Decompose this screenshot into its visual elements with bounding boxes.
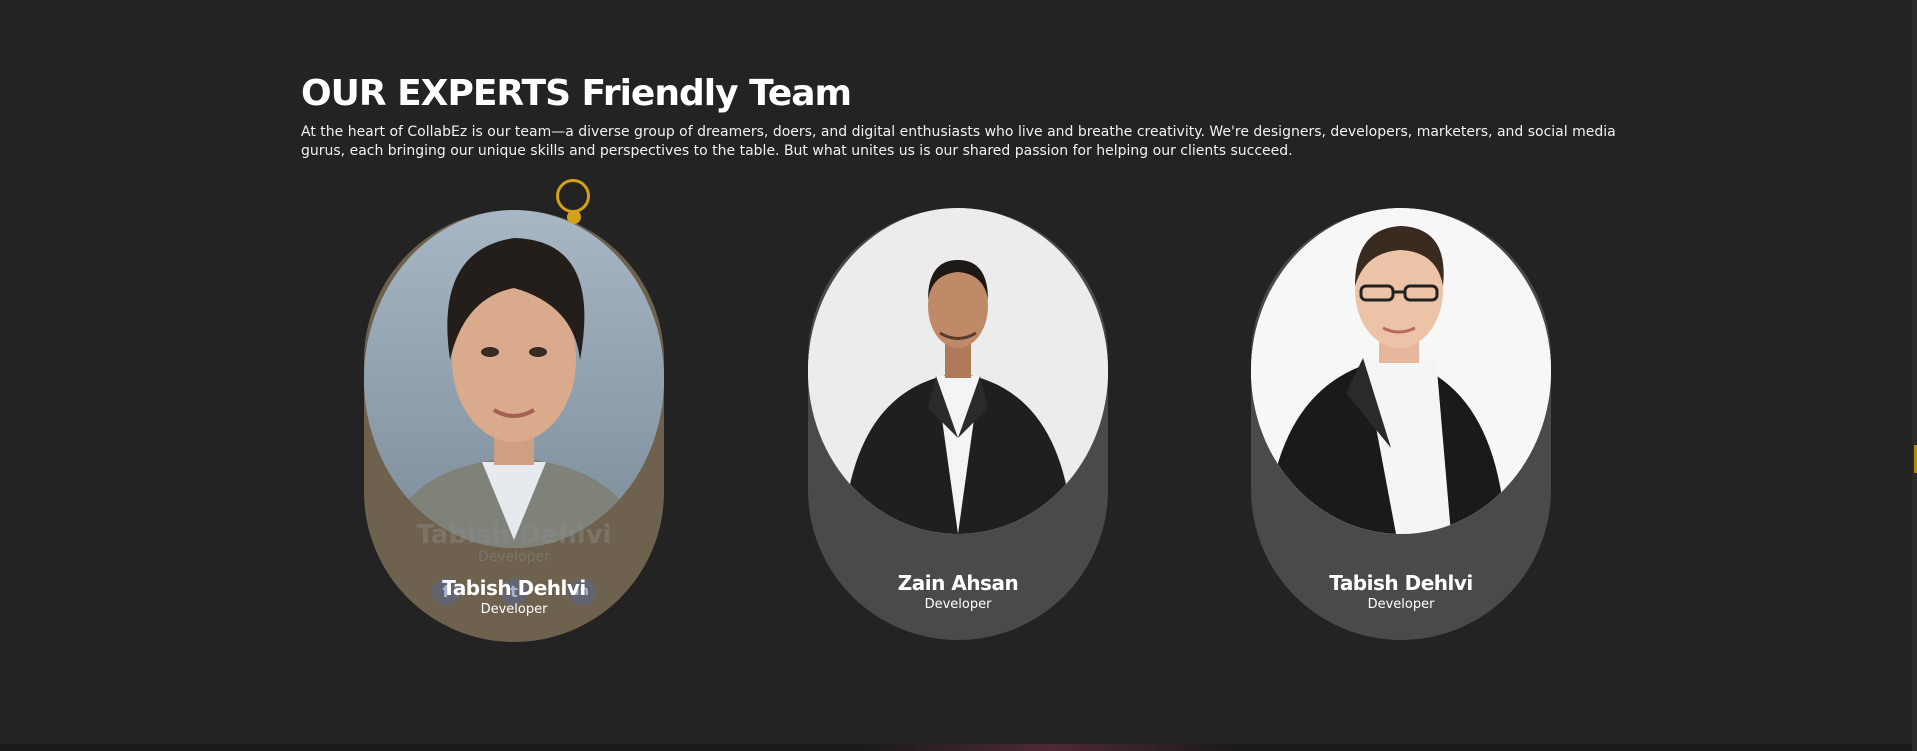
member-role: Developer bbox=[480, 602, 548, 617]
team-section: OUR EXPERTS Friendly Team At the heart o… bbox=[0, 0, 1917, 751]
member-name-ghost: Tabish Dehlvi bbox=[416, 520, 612, 550]
member-role: Developer bbox=[924, 597, 992, 612]
next-section-glow bbox=[860, 744, 1240, 751]
team-card-3[interactable]: Tabish Dehlvi Developer bbox=[1251, 208, 1551, 640]
member-name: Zain Ahsan bbox=[897, 571, 1019, 595]
member-role: Developer bbox=[1367, 597, 1435, 612]
hover-indicator-ring bbox=[556, 179, 590, 213]
member-photo bbox=[364, 210, 664, 548]
team-card-1[interactable]: Tabish Dehlvi Developer f t in Tabish De… bbox=[364, 210, 664, 642]
member-name: Tabish Dehlvi bbox=[1329, 571, 1473, 595]
section-description: At the heart of CollabEz is our team—a d… bbox=[301, 124, 1616, 159]
hover-indicator-dot bbox=[567, 210, 581, 224]
section-title: OUR EXPERTS Friendly Team bbox=[301, 73, 852, 114]
member-role-ghost: Developer bbox=[477, 549, 550, 565]
page-scrollbar[interactable] bbox=[1912, 0, 1917, 751]
member-photo bbox=[808, 208, 1108, 534]
team-card-2[interactable]: Zain Ahsan Developer bbox=[808, 208, 1108, 640]
member-name: Tabish Dehlvi bbox=[442, 576, 586, 600]
member-photo bbox=[1251, 208, 1551, 534]
